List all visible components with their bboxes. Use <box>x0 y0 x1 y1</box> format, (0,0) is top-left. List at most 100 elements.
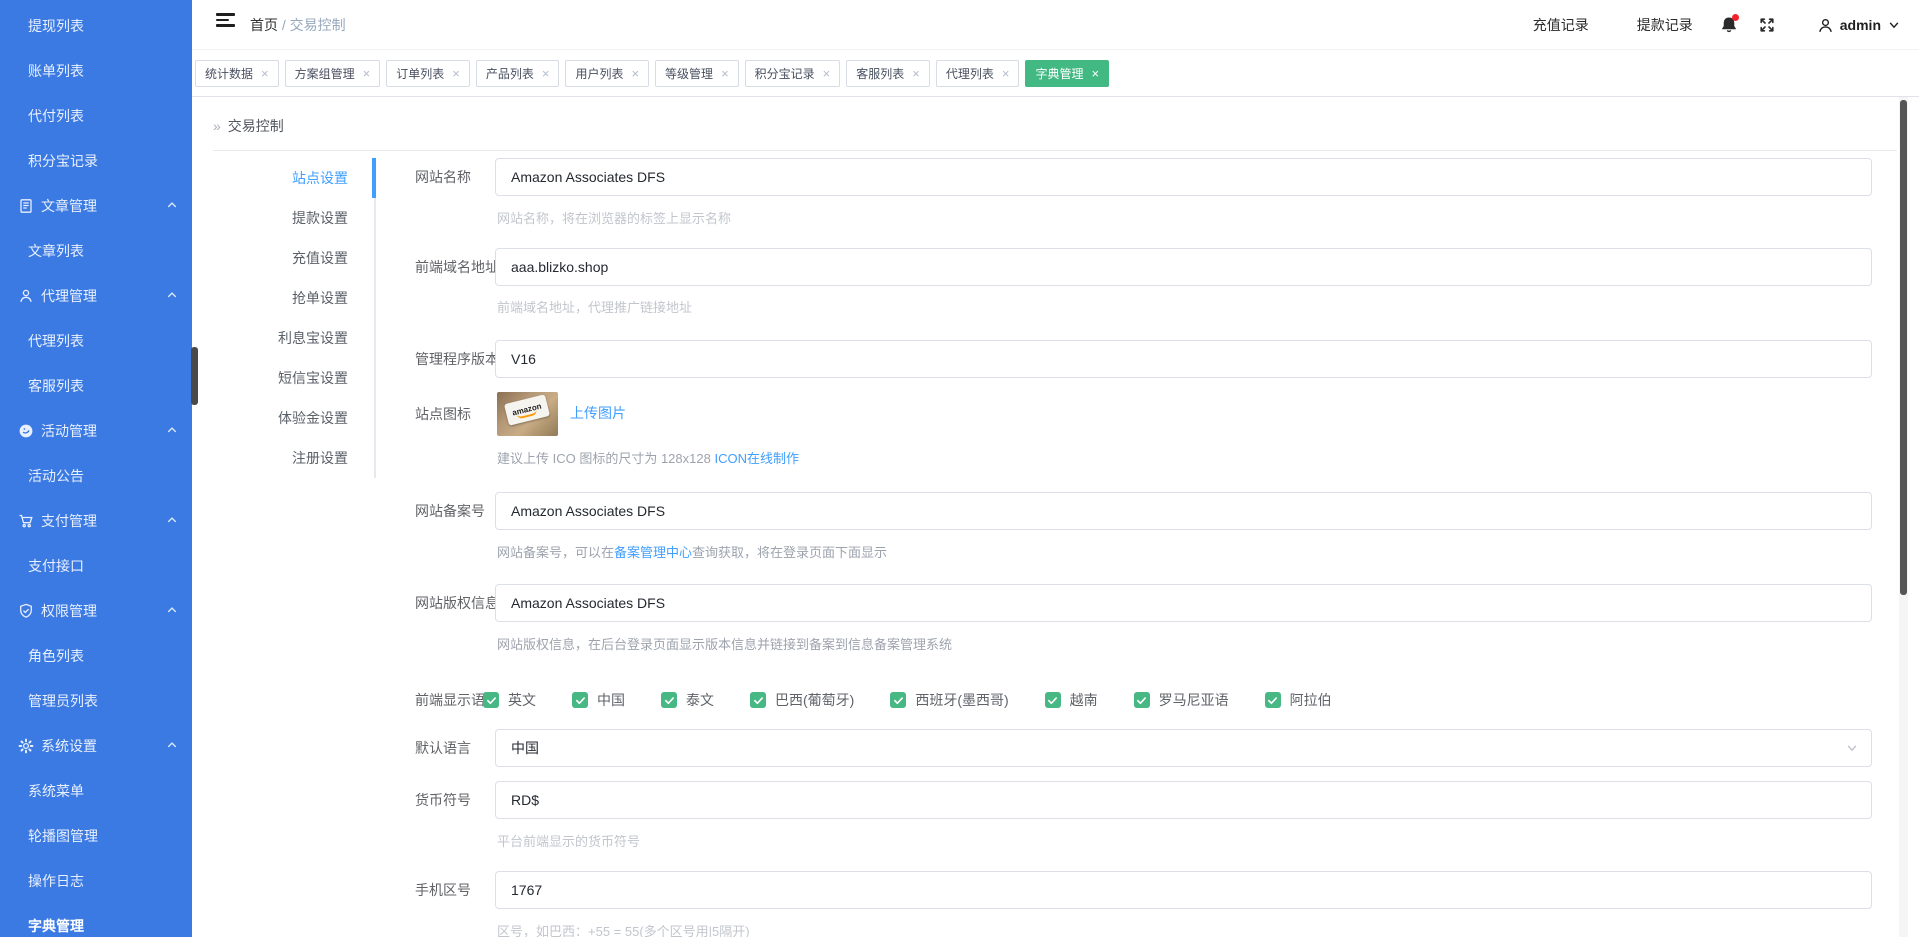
tab-8[interactable]: 代理列表 × <box>935 60 1020 87</box>
domain-hint: 前端域名地址，代理推广链接地址 <box>497 300 693 315</box>
recharge-records-link[interactable]: 充值记录 <box>1533 15 1589 35</box>
domain-label: 前端域名地址 <box>415 259 499 275</box>
domain-input[interactable] <box>495 248 1872 286</box>
chevron-down-icon <box>1889 22 1899 29</box>
sidebar-item-12[interactable]: 支付接口 <box>0 543 192 588</box>
tab-label: 产品列表 <box>485 67 534 81</box>
sidebar-item-7[interactable]: 代理列表 <box>0 318 192 363</box>
sidebar-item-4-group[interactable]: 文章管理 <box>0 183 192 228</box>
phone-code-input[interactable] <box>495 871 1872 909</box>
select-chevron-down-icon <box>1845 741 1859 755</box>
tab-1[interactable]: 方案组管理 × <box>284 60 381 87</box>
tab-close-icon[interactable]: × <box>631 67 639 80</box>
subnav-item-0[interactable]: 站点设置 <box>218 158 376 198</box>
icp-hint: 网站备案号，可以在备案管理中心查询获取，将在登录页面下面显示 <box>497 545 888 560</box>
language-checkbox-7[interactable]: 阿拉伯 <box>1264 690 1332 710</box>
subnav-item-7[interactable]: 注册设置 <box>218 438 374 478</box>
tab-close-icon[interactable]: × <box>1092 67 1100 80</box>
language-checkbox-0[interactable]: 英文 <box>483 690 536 710</box>
page-title: 交易控制 <box>227 118 284 134</box>
sidebar-item-6-group[interactable]: 代理管理 <box>0 273 192 318</box>
language-label: 越南 <box>1069 692 1098 708</box>
language-checkbox-6[interactable]: 罗马尼亚语 <box>1133 690 1229 710</box>
tab-close-icon[interactable]: × <box>542 67 550 80</box>
upload-image-link[interactable]: 上传图片 <box>570 403 626 423</box>
sidebar-item-8[interactable]: 客服列表 <box>0 363 192 408</box>
chevron-up-icon <box>166 514 178 526</box>
sidebar-item-5[interactable]: 文章列表 <box>0 228 192 273</box>
notification-bell-icon[interactable] <box>1719 14 1739 35</box>
fullscreen-icon[interactable] <box>1757 15 1777 35</box>
language-label: 阿拉伯 <box>1289 692 1332 708</box>
tab-6[interactable]: 积分宝记录 × <box>744 60 841 87</box>
subnav-item-2[interactable]: 充值设置 <box>218 238 374 278</box>
subnav-item-3[interactable]: 抢单设置 <box>218 278 374 318</box>
admin-menu[interactable]: admin <box>1817 17 1901 34</box>
copyright-input[interactable] <box>495 584 1872 622</box>
sidebar-item-0[interactable]: 提现列表 <box>0 3 192 48</box>
sidebar-item-11-group[interactable]: 支付管理 <box>0 498 192 543</box>
language-checkbox-4[interactable]: 西班牙(墨西哥) <box>890 690 1009 710</box>
icon-maker-link[interactable]: ICON在线制作 <box>714 451 799 466</box>
icp-center-link[interactable]: 备案管理中心 <box>614 545 692 560</box>
tab-label: 客服列表 <box>856 67 905 81</box>
checkbox-checked-icon <box>890 692 907 708</box>
sidebar-item-20[interactable]: 字典管理 <box>0 903 192 937</box>
tab-label: 统计数据 <box>205 67 254 81</box>
sidebar-scrollbar-thumb[interactable] <box>191 347 198 405</box>
tab-close-icon[interactable]: × <box>912 67 920 80</box>
subnav-item-6[interactable]: 体验金设置 <box>218 398 374 438</box>
language-checkbox-1[interactable]: 中国 <box>572 690 625 710</box>
sidebar-item-9-group[interactable]: 活动管理 <box>0 408 192 453</box>
tab-close-icon[interactable]: × <box>261 67 269 80</box>
currency-input[interactable] <box>495 781 1872 819</box>
tab-9[interactable]: 字典管理 × <box>1025 60 1110 87</box>
payment-icon <box>18 513 34 529</box>
tab-3[interactable]: 产品列表 × <box>475 60 560 87</box>
phone-code-label: 手机区号 <box>415 882 471 898</box>
content-scrollbar-thumb[interactable] <box>1900 100 1907 595</box>
subnav-item-1[interactable]: 提款设置 <box>218 198 374 238</box>
icp-input[interactable] <box>495 492 1872 530</box>
sidebar-item-3[interactable]: 积分宝记录 <box>0 138 192 183</box>
tab-close-icon[interactable]: × <box>823 67 831 80</box>
version-input[interactable] <box>495 340 1872 378</box>
site-name-input[interactable] <box>495 158 1872 196</box>
sidebar-item-15[interactable]: 管理员列表 <box>0 678 192 723</box>
default-language-select[interactable]: 中国 <box>495 729 1872 767</box>
sidebar-item-14[interactable]: 角色列表 <box>0 633 192 678</box>
tab-4[interactable]: 用户列表 × <box>565 60 650 87</box>
sidebar-item-10[interactable]: 活动公告 <box>0 453 192 498</box>
breadcrumb-home[interactable]: 首页 <box>250 17 278 33</box>
sidebar-item-13-group[interactable]: 权限管理 <box>0 588 192 633</box>
sidebar-item-label: 字典管理 <box>28 917 84 934</box>
language-checkbox-5[interactable]: 越南 <box>1044 690 1098 710</box>
admin-username: admin <box>1839 17 1881 33</box>
article-icon <box>18 198 34 214</box>
tab-0[interactable]: 统计数据 × <box>195 60 279 87</box>
tab-label: 订单列表 <box>396 67 445 81</box>
subnav-item-5[interactable]: 短信宝设置 <box>218 358 374 398</box>
phone-code-hint: 区号，如巴西：+55 = 55(多个区号用|5隔开) <box>497 924 750 937</box>
top-navbar: 首页 / 交易控制 充值记录 提款记录 admin <box>192 0 1919 50</box>
language-checkbox-3[interactable]: 巴西(葡萄牙) <box>750 690 854 710</box>
sidebar-item-17[interactable]: 系统菜单 <box>0 768 192 813</box>
sidebar-item-18[interactable]: 轮播图管理 <box>0 813 192 858</box>
withdraw-records-link[interactable]: 提款记录 <box>1637 15 1693 35</box>
subnav-item-4[interactable]: 利息宝设置 <box>218 318 374 358</box>
tab-close-icon[interactable]: × <box>721 67 729 80</box>
language-checkbox-2[interactable]: 泰文 <box>661 690 714 710</box>
sidebar-item-19[interactable]: 操作日志 <box>0 858 192 903</box>
tab-7[interactable]: 客服列表 × <box>846 60 930 87</box>
checkbox-checked-icon <box>1133 692 1150 708</box>
tab-close-icon[interactable]: × <box>363 67 371 80</box>
sidebar-item-1[interactable]: 账单列表 <box>0 48 192 93</box>
section-marker: » <box>213 118 221 134</box>
sidebar-item-2[interactable]: 代付列表 <box>0 93 192 138</box>
tab-2[interactable]: 订单列表 × <box>386 60 470 87</box>
tab-close-icon[interactable]: × <box>1002 67 1010 80</box>
hamburger-icon[interactable] <box>216 13 236 29</box>
sidebar-item-16-group[interactable]: 系统设置 <box>0 723 192 768</box>
tab-5[interactable]: 等级管理 × <box>655 60 739 87</box>
tab-close-icon[interactable]: × <box>452 67 460 80</box>
